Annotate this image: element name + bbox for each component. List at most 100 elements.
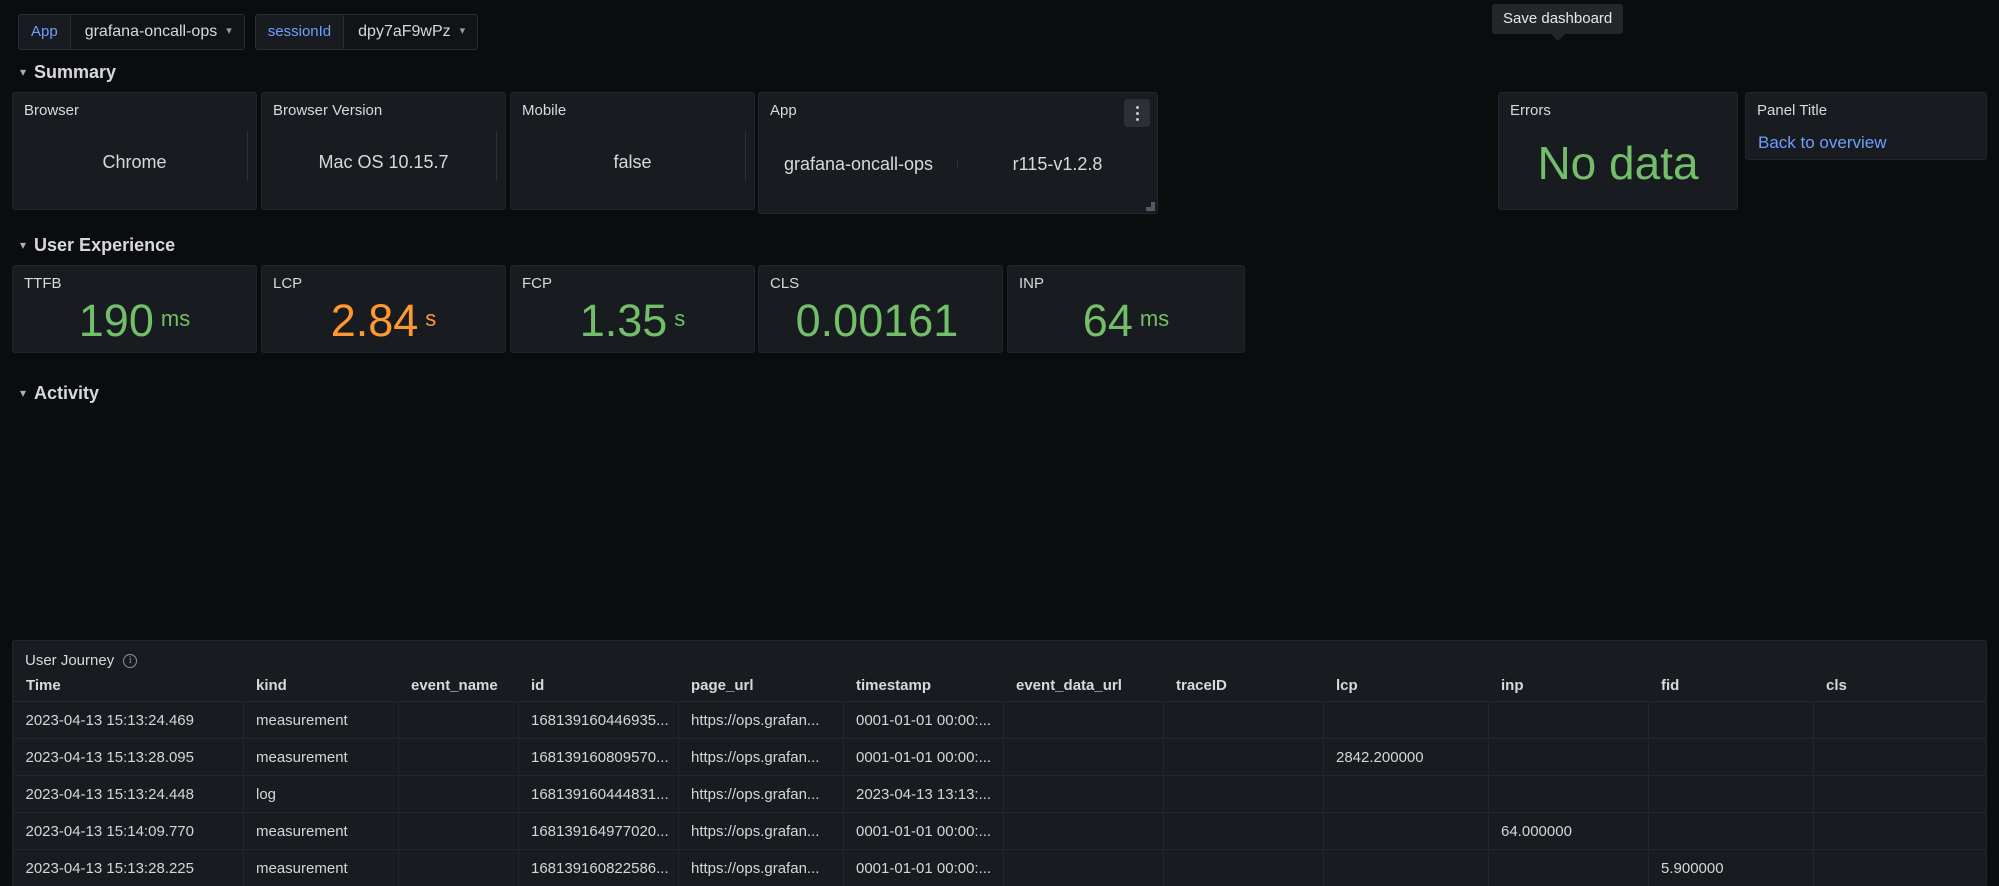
cell-page_url: https://ops.grafan... <box>678 812 844 850</box>
cell-traceid <box>1163 849 1324 886</box>
column-header-time[interactable]: Time <box>13 671 244 702</box>
column-header-traceid[interactable]: traceID <box>1163 671 1324 702</box>
cell-fid: 5.900000 <box>1648 849 1814 886</box>
value-divider <box>496 131 497 181</box>
variable-app[interactable]: App grafana-oncall-ops ▾ <box>18 14 245 50</box>
chevron-down-icon: ▾ <box>226 25 232 37</box>
cell-event_data_url <box>1003 812 1164 850</box>
cell-time: 2023-04-13 15:13:24.448 <box>13 775 244 813</box>
panel-mobile-value: false <box>613 151 652 172</box>
cell-time: 2023-04-13 15:14:09.770 <box>13 812 244 850</box>
resize-handle-icon[interactable] <box>1141 197 1155 211</box>
column-header-inp[interactable]: inp <box>1488 671 1649 702</box>
row-header-activity[interactable]: ▾ Activity <box>0 379 1999 407</box>
panel-user-journey[interactable]: User Journey i Time kind event_name id page_… <box>12 640 1987 886</box>
row-title-activity: Activity <box>34 382 100 403</box>
user-journey-title: User Journey <box>25 652 115 669</box>
info-circle-icon[interactable]: i <box>123 653 138 668</box>
column-header-kind[interactable]: kind <box>243 671 399 702</box>
cell-kind: measurement <box>243 738 399 776</box>
panel-browser-version[interactable]: Browser Version Mac OS 10.15.7 <box>261 92 506 210</box>
cell-event_data_url <box>1003 738 1164 776</box>
column-header-id[interactable]: id <box>518 671 679 702</box>
variable-app-select[interactable]: grafana-oncall-ops ▾ <box>69 14 245 50</box>
panel-browser-version-title: Browser Version <box>273 102 383 119</box>
cell-cls <box>1813 849 1986 886</box>
panel-cls-value: 0.00161 <box>795 295 959 346</box>
panel-ttfb[interactable]: TTFB 190 ms <box>12 265 257 353</box>
chevron-down-icon: ▾ <box>20 238 27 252</box>
panel-browser-version-value: Mac OS 10.15.7 <box>318 151 449 172</box>
cell-traceid <box>1163 812 1324 850</box>
chevron-down-icon: ▾ <box>20 65 27 79</box>
cell-id: 168139160822586... <box>518 849 679 886</box>
cell-time: 2023-04-13 15:13:28.225 <box>13 849 244 886</box>
panel-fcp-unit: s <box>674 305 686 331</box>
panel-app-value-version: r115-v1.2.8 <box>957 154 1157 175</box>
cell-event_name <box>398 701 519 739</box>
table-row: 2023-04-13 15:14:09.770 measurement 168139… <box>13 812 1986 850</box>
chevron-down-icon: ▾ <box>20 386 27 400</box>
column-header-fid[interactable]: fid <box>1648 671 1814 702</box>
panel-errors[interactable]: Errors No data <box>1498 92 1738 210</box>
cell-lcp <box>1323 701 1489 739</box>
user-journey-table: Time kind event_name id page_url timestamp eve… <box>13 671 1986 886</box>
value-divider <box>247 131 248 181</box>
cell-page_url: https://ops.grafan... <box>678 701 844 739</box>
panel-lcp-value: 2.84 <box>330 295 419 346</box>
row-header-user-experience[interactable]: ▾ User Experience <box>0 231 1999 259</box>
table-row: 2023-04-13 15:13:28.225 measurement 168139… <box>13 849 1986 886</box>
panel-mobile-body: false <box>511 123 754 201</box>
panel-app-body: grafana-oncall-ops r115-v1.2.8 <box>759 123 1157 205</box>
cell-event_data_url <box>1003 775 1164 813</box>
table-header-row: Time kind event_name id page_url timestamp eve… <box>13 671 1986 702</box>
panel-mobile[interactable]: Mobile false <box>510 92 755 210</box>
cell-fid <box>1648 738 1814 776</box>
panel-lcp[interactable]: LCP 2.84 s <box>261 265 506 353</box>
cell-fid <box>1648 812 1814 850</box>
cell-inp: 64.000000 <box>1488 812 1649 850</box>
cell-inp <box>1488 738 1649 776</box>
cell-event_data_url <box>1003 701 1164 739</box>
variable-sessionid-label: sessionId <box>254 14 344 50</box>
panel-browser-value: Chrome <box>102 151 167 172</box>
panel-errors-title: Errors <box>1510 102 1551 119</box>
cell-traceid <box>1163 775 1324 813</box>
column-header-page_url[interactable]: page_url <box>678 671 844 702</box>
panel-ttfb-body: 190 ms <box>13 292 256 350</box>
cell-page_url: https://ops.grafan... <box>678 849 844 886</box>
panel-browser[interactable]: Browser Chrome <box>12 92 257 210</box>
variable-sessionid[interactable]: sessionId dpy7aF9wPz ▾ <box>254 14 479 50</box>
row-header-summary[interactable]: ▾ Summary <box>0 58 1999 86</box>
column-header-lcp[interactable]: lcp <box>1323 671 1489 702</box>
variable-sessionid-select[interactable]: dpy7aF9wPz ▾ <box>343 14 479 50</box>
table-body: 2023-04-13 15:13:24.469 measurement 168139… <box>13 701 1986 886</box>
panel-browser-version-body: Mac OS 10.15.7 <box>262 123 505 201</box>
column-header-event_data_url[interactable]: event_data_url <box>1003 671 1164 702</box>
panel-inp-body: 64 ms <box>1008 292 1244 350</box>
cell-page_url: https://ops.grafan... <box>678 775 844 813</box>
variable-app-label: App <box>18 14 70 50</box>
value-divider <box>745 131 746 181</box>
panel-inp[interactable]: INP 64 ms <box>1007 265 1245 353</box>
back-to-overview-link[interactable]: Back to overview <box>1746 119 1986 153</box>
column-header-cls[interactable]: cls <box>1813 671 1986 702</box>
panel-app-title: App <box>770 102 797 119</box>
panel-app[interactable]: App grafana-oncall-ops r115-v1.2.8 <box>758 92 1158 214</box>
cell-cls <box>1813 812 1986 850</box>
cell-event_name <box>398 849 519 886</box>
cell-cls <box>1813 701 1986 739</box>
column-header-timestamp[interactable]: timestamp <box>843 671 1004 702</box>
user-experience-panels-row: TTFB 190 ms LCP 2.84 s FCP 1.35 s CLS 0.… <box>0 265 1999 365</box>
column-header-event_name[interactable]: event_name <box>398 671 519 702</box>
panel-mobile-title: Mobile <box>522 102 567 119</box>
panel-back-to-overview[interactable]: Panel Title Back to overview <box>1745 92 1987 160</box>
variable-app-value: grafana-oncall-ops <box>84 22 218 40</box>
cell-timestamp: 0001-01-01 00:00:... <box>843 812 1004 850</box>
panel-cls[interactable]: CLS 0.00161 <box>758 265 1003 353</box>
cell-inp <box>1488 849 1649 886</box>
cell-traceid <box>1163 738 1324 776</box>
cell-timestamp: 2023-04-13 13:13:... <box>843 775 1004 813</box>
panel-fcp[interactable]: FCP 1.35 s <box>510 265 755 353</box>
row-title-user-experience: User Experience <box>34 234 176 255</box>
